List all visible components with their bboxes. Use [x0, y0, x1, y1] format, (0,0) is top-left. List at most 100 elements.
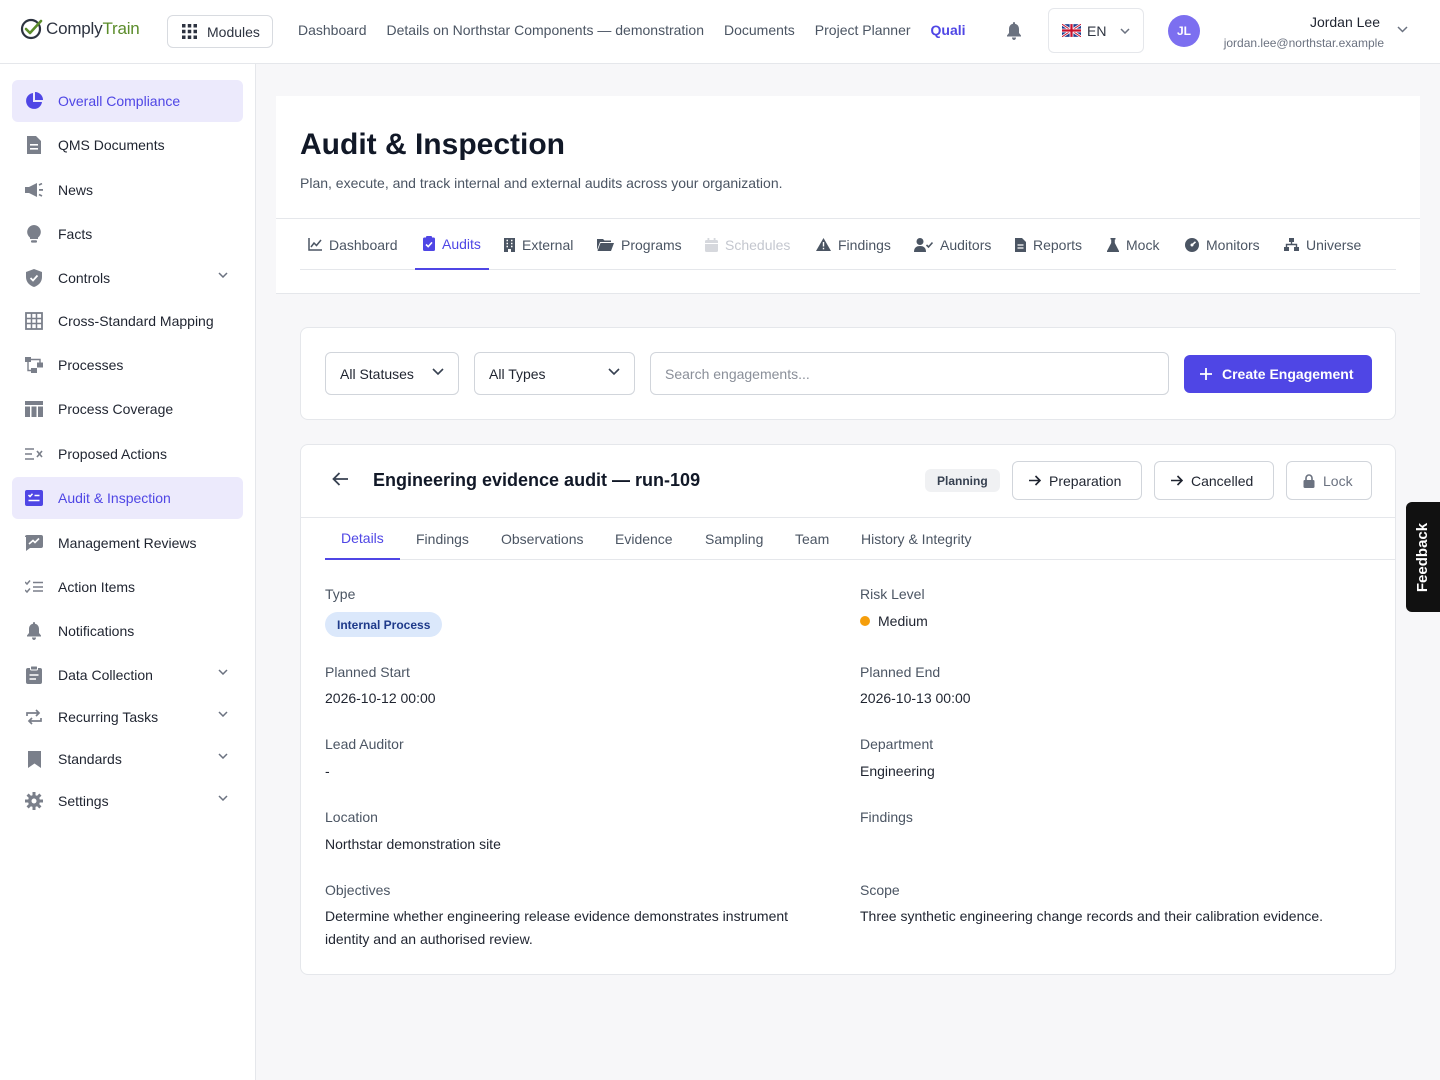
subtab-evidence[interactable]: Evidence: [615, 517, 673, 560]
sidebar-item-label: Action Items: [58, 579, 136, 595]
bookmark-icon: [24, 749, 44, 769]
move-to-cancelled-button[interactable]: Cancelled: [1154, 461, 1274, 500]
sidebar-item-settings[interactable]: Settings: [12, 780, 243, 822]
megaphone-icon: [24, 180, 44, 200]
chevron-down-icon: [218, 669, 228, 675]
flask-icon: [1107, 237, 1119, 252]
findings-label: Findings: [860, 809, 913, 825]
sidebar-item-label: Cross-Standard Mapping: [58, 313, 214, 329]
user-email: jordan.lee@northstar.example: [1223, 36, 1384, 50]
tab-findings[interactable]: Findings: [816, 219, 891, 270]
tab-reports[interactable]: Reports: [1015, 219, 1082, 270]
search-input[interactable]: [650, 352, 1169, 395]
tab-external[interactable]: External: [504, 219, 573, 270]
engagement-detail: Engineering evidence audit — run-109 Pla…: [300, 444, 1396, 975]
type-label: Type: [325, 586, 356, 602]
status-badge: Planning: [925, 469, 1000, 492]
filter-bar: All Statuses All Types Create Engagement: [300, 327, 1396, 420]
sidebar-item-label: Standards: [58, 751, 122, 767]
plus-icon: [1200, 368, 1212, 380]
tab-programs[interactable]: Programs: [597, 219, 682, 270]
sidebar-item-recurring-tasks[interactable]: Recurring Tasks: [12, 696, 243, 738]
move-to-preparation-button[interactable]: Preparation: [1012, 461, 1142, 500]
subtab-team[interactable]: Team: [795, 517, 829, 560]
sidebar-item-label: Management Reviews: [58, 535, 197, 551]
sidebar-item-notifications[interactable]: Notifications: [12, 610, 243, 652]
sidebar-item-processes[interactable]: Processes: [12, 344, 243, 386]
sidebar-item-data-collection[interactable]: Data Collection: [12, 654, 243, 696]
user-name[interactable]: Jordan Lee: [1310, 14, 1380, 30]
topnav-documents[interactable]: Documents: [724, 22, 795, 38]
tab-label: Dashboard: [329, 236, 398, 253]
module-tabs: Dashboard Audits External Programs Sched…: [300, 219, 1396, 270]
tab-auditors[interactable]: Auditors: [914, 219, 991, 270]
modules-button[interactable]: Modules: [167, 15, 273, 48]
sidebar-item-qms-documents[interactable]: QMS Documents: [12, 124, 243, 166]
sidebar-item-cross-standard-mapping[interactable]: Cross-Standard Mapping: [12, 300, 243, 342]
back-arrow-icon[interactable]: [332, 472, 349, 486]
topnav-project-planner[interactable]: Project Planner: [815, 22, 911, 38]
sidebar-item-proposed-actions[interactable]: Proposed Actions: [12, 433, 243, 475]
lock-icon: [1303, 473, 1315, 488]
tab-monitors[interactable]: Monitors: [1185, 219, 1260, 270]
language-code: EN: [1087, 22, 1107, 39]
tab-label: External: [522, 236, 574, 253]
create-engagement-button[interactable]: Create Engagement: [1184, 355, 1372, 393]
subtab-history-integrity[interactable]: History & Integrity: [861, 517, 971, 560]
chevron-down-icon: [218, 272, 228, 278]
sidebar-item-label: Audit & Inspection: [58, 490, 171, 506]
feedback-tab[interactable]: Feedback: [1406, 502, 1440, 612]
sidebar-item-facts[interactable]: Facts: [12, 213, 243, 255]
sidebar-item-process-coverage[interactable]: Process Coverage: [12, 388, 243, 430]
risk-level-value: Medium: [878, 613, 928, 629]
lock-label: Lock: [1323, 472, 1353, 489]
engagement-title: Engineering evidence audit — run-109: [373, 470, 701, 490]
topnav-quali[interactable]: Quali: [931, 22, 966, 38]
sidebar-item-controls[interactable]: Controls: [12, 257, 243, 299]
logo[interactable]: ComplyTrain: [20, 17, 140, 41]
tab-dashboard[interactable]: Dashboard: [308, 219, 398, 270]
user-menu-chevron-icon[interactable]: [1397, 26, 1408, 33]
pie-chart-icon: [24, 91, 44, 111]
status-filter-value: All Statuses: [340, 365, 414, 382]
topnav-details-northstar[interactable]: Details on Northstar Components — demons…: [387, 22, 704, 38]
type-badge: Internal Process: [325, 612, 443, 637]
page-subtitle: Plan, execute, and track internal and ex…: [300, 175, 783, 191]
language-selector[interactable]: EN: [1048, 8, 1144, 53]
sidebar-item-label: Overall Compliance: [58, 93, 181, 109]
sidebar-item-overall-compliance[interactable]: Overall Compliance: [12, 80, 243, 122]
status-filter-select[interactable]: All Statuses: [325, 352, 459, 395]
sidebar-item-standards[interactable]: Standards: [12, 738, 243, 780]
department-label: Department: [860, 736, 934, 752]
sidebar-item-management-reviews[interactable]: Management Reviews: [12, 522, 243, 564]
topnav-dashboard[interactable]: Dashboard: [298, 22, 367, 38]
sidebar-item-label: Recurring Tasks: [58, 709, 159, 725]
chevron-down-icon: [218, 753, 228, 759]
sidebar-item-label: Process Coverage: [58, 401, 174, 417]
tab-label: Audits: [442, 235, 481, 252]
tab-mock[interactable]: Mock: [1107, 219, 1159, 270]
avatar[interactable]: JL: [1168, 15, 1200, 47]
sidebar-item-audit-inspection[interactable]: Audit & Inspection: [12, 477, 243, 519]
tab-audits[interactable]: Audits: [415, 219, 489, 270]
lock-button[interactable]: Lock: [1286, 461, 1372, 500]
tab-label: Mock: [1126, 236, 1160, 253]
objectives-value: Determine whether engineering release ev…: [325, 908, 789, 947]
tab-label: Auditors: [940, 236, 992, 253]
type-filter-select[interactable]: All Types: [474, 352, 635, 395]
sidebar-item-news[interactable]: News: [12, 169, 243, 211]
list-x-icon: [24, 444, 44, 464]
subtab-observations[interactable]: Observations: [501, 517, 583, 560]
tab-universe[interactable]: Universe: [1284, 219, 1361, 270]
page-header: Audit & Inspection Plan, execute, and tr…: [276, 96, 1420, 294]
subtab-findings[interactable]: Findings: [416, 517, 469, 560]
chevron-down-icon: [218, 795, 228, 801]
audit-icon: [24, 488, 44, 508]
tab-schedules[interactable]: Schedules: [705, 219, 790, 270]
subtab-sampling[interactable]: Sampling: [705, 517, 763, 560]
chevron-down-icon: [608, 368, 620, 376]
subtab-details[interactable]: Details: [325, 517, 400, 560]
notifications-bell-icon[interactable]: [1006, 22, 1022, 40]
sidebar-item-action-items[interactable]: Action Items: [12, 566, 243, 608]
location-value: Northstar demonstration site: [325, 836, 501, 852]
